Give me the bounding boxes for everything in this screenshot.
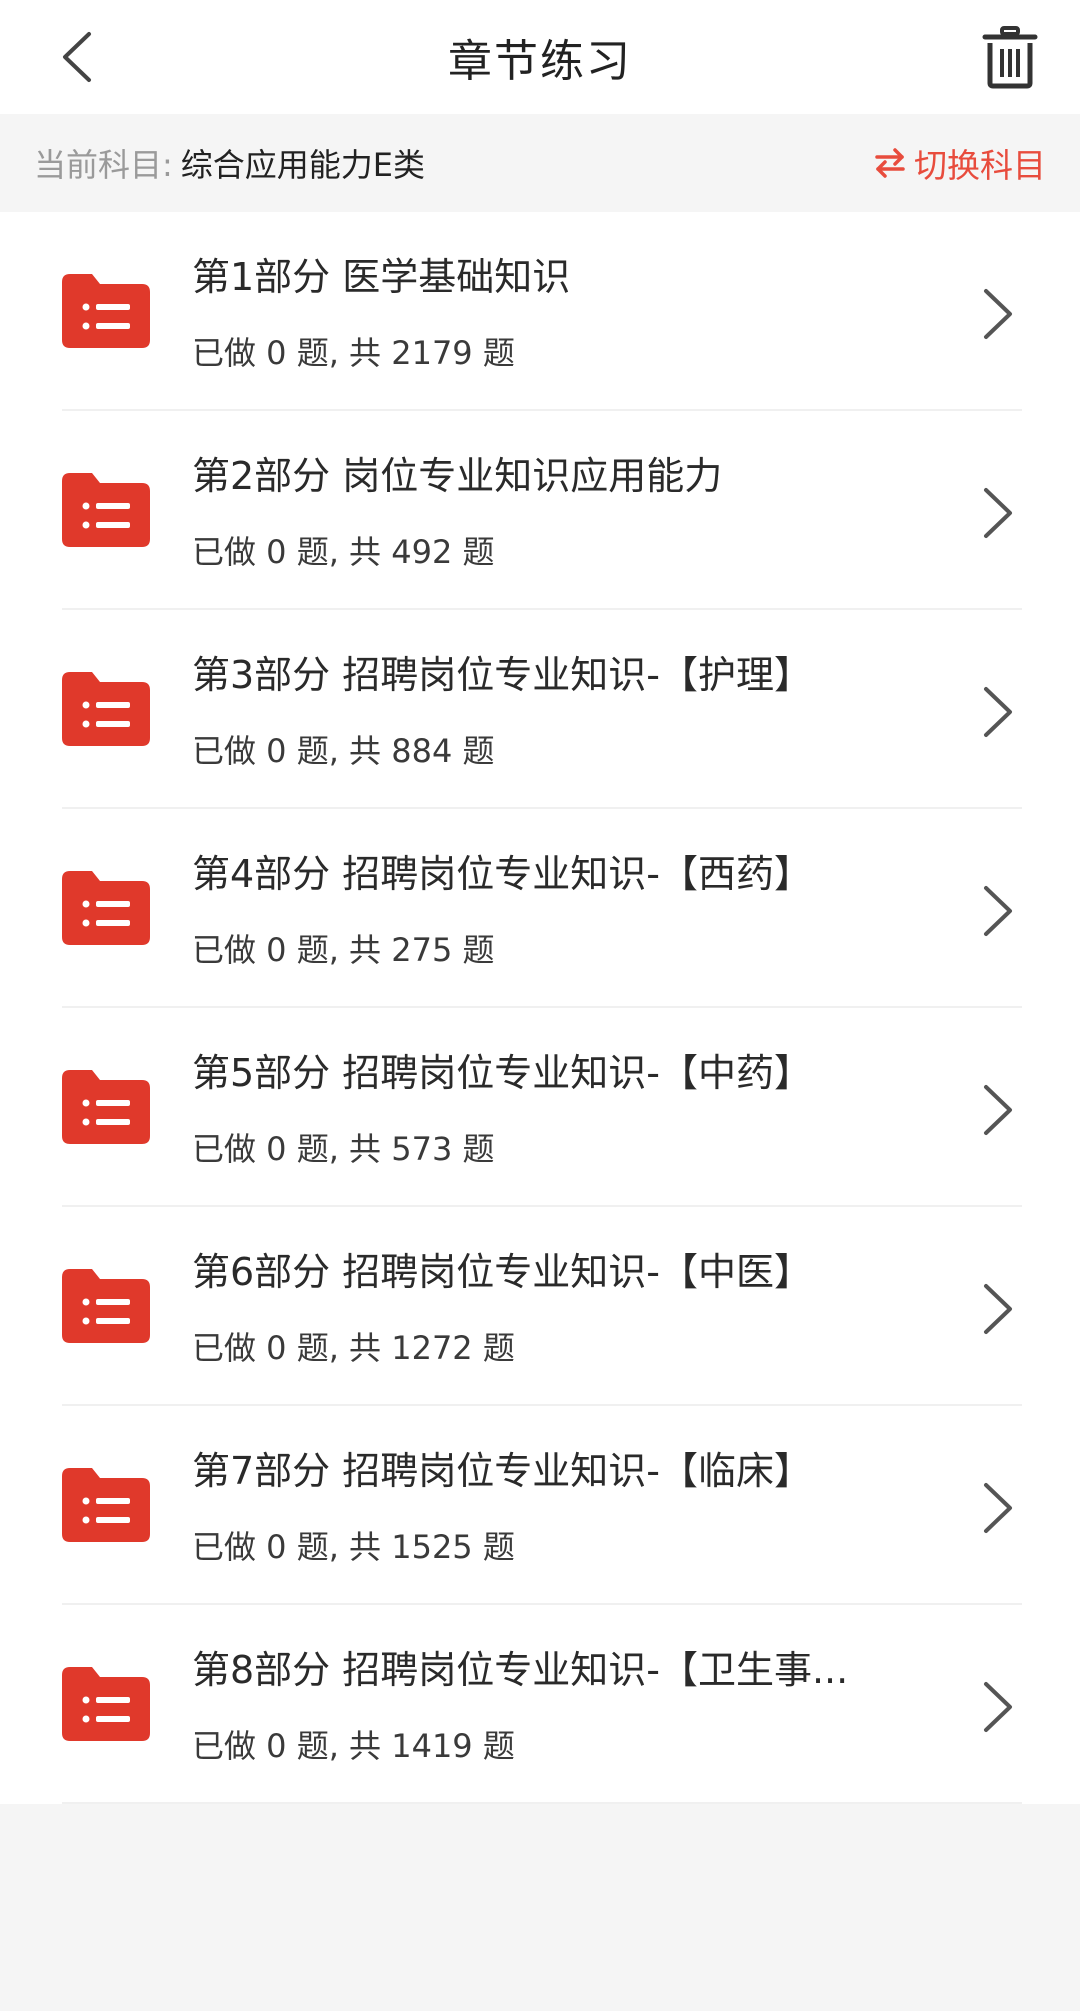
chevron-right-icon: [984, 488, 1012, 538]
switch-subject-button[interactable]: 切换科目: [874, 139, 1046, 187]
chapter-item-8[interactable]: 第8部分 招聘岗位专业知识-【卫生事... 已做 0 题, 共 1419 题: [0, 1605, 1080, 1804]
chapter-progress: 已做 0 题, 共 275 题: [192, 931, 495, 969]
chapter-item-2[interactable]: 第2部分 岗位专业知识应用能力 已做 0 题, 共 492 题: [0, 411, 1080, 610]
chapter-title: 第1部分 医学基础知识: [192, 255, 571, 299]
folder-list-icon: [62, 1667, 150, 1741]
chapter-item-3[interactable]: 第3部分 招聘岗位专业知识-【护理】 已做 0 题, 共 884 题: [0, 610, 1080, 809]
chapter-list: 第1部分 医学基础知识 已做 0 题, 共 2179 题 第2部分 岗位专业知识…: [0, 212, 1080, 1804]
chevron-right-icon: [984, 289, 1012, 339]
folder-list-icon: [62, 1070, 150, 1144]
chapter-progress: 已做 0 题, 共 492 题: [192, 533, 495, 571]
chapter-title: 第2部分 岗位专业知识应用能力: [192, 454, 723, 498]
chapter-progress: 已做 0 题, 共 2179 题: [192, 334, 515, 372]
chapter-progress: 已做 0 题, 共 573 题: [192, 1130, 495, 1168]
subject-bar: 当前科目: 综合应用能力E类 切换科目: [0, 114, 1080, 212]
folder-list-icon: [62, 1468, 150, 1542]
folder-list-icon: [62, 1269, 150, 1343]
swap-arrows-icon: [875, 148, 905, 178]
chevron-right-icon: [984, 1483, 1012, 1533]
back-button[interactable]: [36, 17, 116, 97]
chevron-right-icon: [984, 886, 1012, 936]
subject-name: 综合应用能力E类: [180, 146, 426, 184]
chapter-title: 第4部分 招聘岗位专业知识-【西药】: [192, 852, 812, 896]
folder-list-icon: [62, 871, 150, 945]
chapter-item-4[interactable]: 第4部分 招聘岗位专业知识-【西药】 已做 0 题, 共 275 题: [0, 809, 1080, 1008]
chapter-title: 第6部分 招聘岗位专业知识-【中医】: [192, 1250, 812, 1294]
folder-list-icon: [62, 274, 150, 348]
chapter-progress: 已做 0 题, 共 884 题: [192, 732, 495, 770]
chapter-item-6[interactable]: 第6部分 招聘岗位专业知识-【中医】 已做 0 题, 共 1272 题: [0, 1207, 1080, 1406]
chapter-item-7[interactable]: 第7部分 招聘岗位专业知识-【临床】 已做 0 题, 共 1525 题: [0, 1406, 1080, 1605]
chapter-title: 第5部分 招聘岗位专业知识-【中药】: [192, 1051, 812, 1095]
trash-icon: [982, 26, 1038, 89]
chevron-right-icon: [984, 687, 1012, 737]
chapter-title: 第8部分 招聘岗位专业知识-【卫生事...: [192, 1648, 849, 1692]
chapter-progress: 已做 0 题, 共 1419 题: [192, 1727, 515, 1765]
top-bar: 章节练习: [0, 0, 1080, 114]
page-title: 章节练习: [448, 36, 632, 87]
subject-label: 当前科目:: [34, 146, 173, 184]
chevron-right-icon: [984, 1085, 1012, 1135]
folder-list-icon: [62, 672, 150, 746]
chevron-right-icon: [984, 1284, 1012, 1334]
chapter-item-5[interactable]: 第5部分 招聘岗位专业知识-【中药】 已做 0 题, 共 573 题: [0, 1008, 1080, 1207]
chapter-progress: 已做 0 题, 共 1525 题: [192, 1528, 515, 1566]
trash-button[interactable]: [968, 15, 1052, 99]
chapter-progress: 已做 0 题, 共 1272 题: [192, 1329, 515, 1367]
chevron-right-icon: [984, 1682, 1012, 1732]
chapter-item-1[interactable]: 第1部分 医学基础知识 已做 0 题, 共 2179 题: [0, 212, 1080, 411]
switch-subject-label: 切换科目: [914, 146, 1046, 185]
folder-list-icon: [62, 473, 150, 547]
chevron-left-icon: [63, 32, 91, 82]
chapter-title: 第7部分 招聘岗位专业知识-【临床】: [192, 1449, 812, 1493]
chapter-title: 第3部分 招聘岗位专业知识-【护理】: [192, 653, 812, 697]
